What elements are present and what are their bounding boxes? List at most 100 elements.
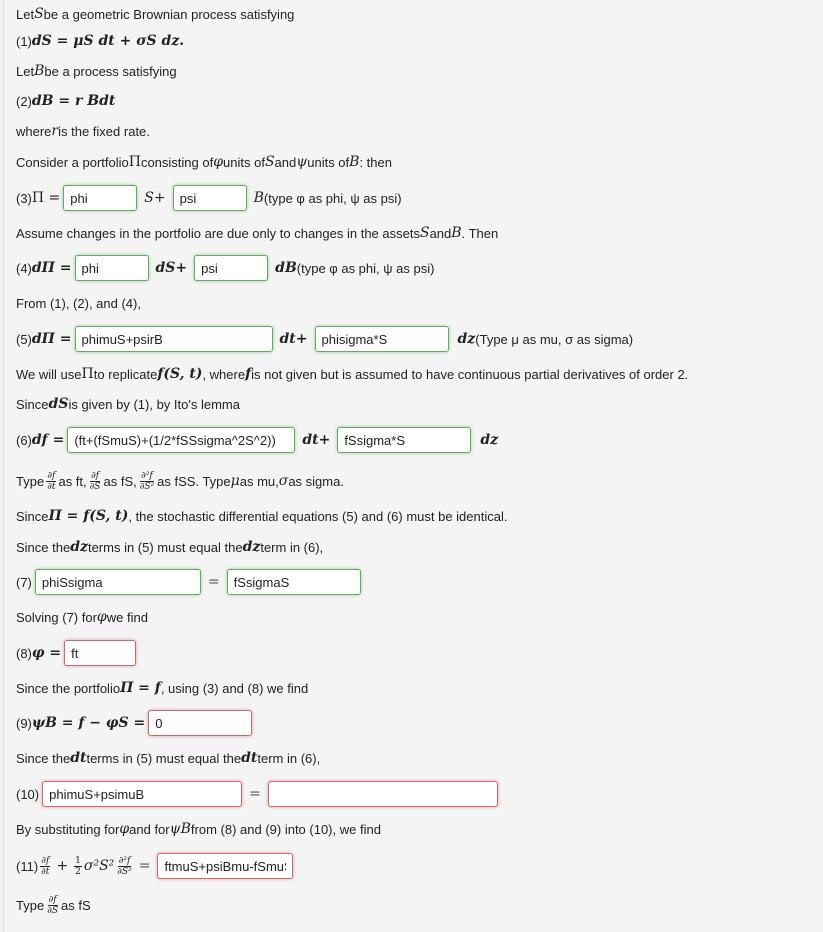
eq4-phi-input[interactable]: [74, 255, 149, 281]
math-B: B: [34, 63, 45, 79]
equation-4: (4) dΠ = dS+ dB (type φ as phi, ψ as psi…: [16, 254, 434, 282]
text: from (8) and (9) into (10), we find: [190, 821, 381, 837]
text: terms in (5) must equal the: [87, 539, 243, 555]
since-pi-text: Since Π = f(S, t), the stochastic differ…: [16, 502, 507, 530]
eq4-dB: dB: [275, 260, 297, 276]
equation-3: (3) Π = S+ B (type φ as phi, ψ as psi): [16, 184, 402, 212]
frac-num: ∂f: [47, 894, 58, 906]
math-dz: dz: [242, 539, 261, 555]
eq4-hint: (type φ as phi, ψ as psi): [296, 260, 435, 276]
eq4-psi-input[interactable]: [194, 255, 269, 281]
frac-num: ∂f: [40, 855, 51, 867]
eq-label: (9): [16, 715, 32, 731]
text: as sigma.: [288, 473, 344, 489]
math-dt: dt: [241, 750, 258, 766]
text: Type: [16, 897, 45, 913]
text: is given by (1), by Ito's lemma: [68, 396, 240, 412]
equation-8: (8) φ =: [16, 639, 139, 667]
eq-label: (1): [16, 33, 32, 49]
equals-sign: =: [207, 574, 220, 590]
eq5-lhs: dΠ =: [31, 331, 72, 347]
text: units of: [223, 154, 265, 170]
eq8-phi-input[interactable]: [64, 640, 137, 666]
math-pi: Π: [81, 366, 94, 382]
frac-num: ∂f: [90, 470, 101, 482]
eq11-rhs-input[interactable]: [157, 853, 294, 879]
text: as fSS. Type: [157, 473, 231, 489]
math-dz: dz: [70, 539, 88, 555]
text: Since the: [16, 539, 71, 555]
eq-label: (3): [16, 190, 32, 206]
text: and: [274, 154, 297, 170]
frac-num: ∂²f: [117, 855, 132, 867]
text: be a geometric Brownian process satisfyi…: [43, 6, 295, 22]
frac-den: ∂S²: [139, 481, 155, 492]
eq5-dz: dz: [457, 331, 476, 347]
eq5-dt-plus: dt+: [279, 331, 308, 347]
math-S: S: [419, 225, 430, 241]
math-r: r: [51, 123, 59, 139]
eq3-S-plus: S+: [144, 190, 166, 206]
eq9-psiB-input[interactable]: [148, 710, 253, 736]
math-phi: φ: [119, 821, 130, 837]
text: Consider a portfolio: [16, 154, 129, 170]
text: . Then: [461, 225, 499, 241]
math-psi: ψ: [296, 154, 308, 170]
dt-text: Since the dt terms in (5) must equal the…: [16, 744, 320, 772]
equation-6: (6) df = dt+ dz: [16, 426, 498, 454]
type-hint-6: Type ∂f ∂t as ft, ∂f ∂S as fS, ∂²f ∂S² as f…: [16, 467, 344, 495]
equation-11: (11) ∂f ∂t + 12 σ²S² ∂²f ∂S² =: [16, 852, 296, 880]
eq7-left-input[interactable]: [34, 569, 201, 595]
eq1-math: dS = μS dt + σS dz.: [31, 33, 185, 49]
eq6-dt-input[interactable]: [67, 427, 296, 453]
eq6-lhs: df =: [31, 432, 65, 448]
equals-sign: =: [138, 858, 151, 874]
text: and: [429, 225, 452, 241]
eq-label: (8): [16, 645, 32, 661]
text: as fS,: [103, 473, 137, 489]
text: Solving (7) for: [16, 609, 97, 625]
eq6-dz: dz: [480, 432, 499, 448]
eq5-dt-input[interactable]: [74, 326, 273, 352]
assume-text: Assume changes in the portfolio are due …: [16, 219, 498, 247]
text: , using (3) and (8) we find: [160, 680, 309, 696]
text: to replicate: [93, 366, 158, 382]
eq3-psi-input[interactable]: [172, 185, 247, 211]
eq6-dz-input[interactable]: [337, 427, 472, 453]
eq2-math: dB = r Bdt: [31, 93, 116, 109]
math-phi: φ: [213, 154, 224, 170]
text: is not given but is assumed to have cont…: [251, 366, 689, 382]
eq10-left-input[interactable]: [42, 781, 243, 807]
eq3-phi-input[interactable]: [63, 185, 138, 211]
frac-den: 2: [75, 866, 81, 877]
solving-text: Solving (7) for φ we find: [16, 603, 148, 631]
eq4-lhs: dΠ =: [31, 260, 72, 276]
math-pi-eq-f: Π = f: [120, 680, 161, 696]
math-sigma: σ: [278, 473, 289, 489]
eq-label: (2): [16, 93, 32, 109]
text: Let: [16, 63, 35, 79]
eq9-lhs: ψB = f − φS =: [31, 715, 146, 731]
equals-sign: =: [249, 786, 261, 802]
text: where: [16, 123, 52, 139]
text: as ft,: [58, 473, 87, 489]
equation-7: (7) =: [16, 568, 364, 596]
math-phi: φ: [96, 609, 107, 625]
eq10-right-input[interactable]: [267, 781, 498, 807]
eq7-right-input[interactable]: [226, 569, 361, 595]
second-partial-f-S: ∂²f ∂S²: [116, 856, 132, 877]
math-mu: μ: [230, 473, 240, 489]
text: term in (6),: [257, 750, 321, 766]
eq-label: (6): [16, 432, 32, 448]
eq3-B: B: [253, 190, 264, 206]
equation-10: (10) =: [16, 780, 501, 808]
math-S: S: [264, 154, 275, 170]
partial-f-partial-S: ∂f ∂S: [89, 471, 102, 492]
math-dt: dt: [70, 750, 87, 766]
ito-text: Since dS is given by (1), by Ito's lemma: [16, 390, 240, 418]
text: Let: [16, 6, 35, 22]
text: term in (6),: [260, 539, 324, 555]
eq5-dz-input[interactable]: [314, 326, 449, 352]
dz-text: Since the dz terms in (5) must equal the…: [16, 533, 323, 561]
problem-panel: Let S be a geometric Brownian process sa…: [3, 0, 823, 932]
